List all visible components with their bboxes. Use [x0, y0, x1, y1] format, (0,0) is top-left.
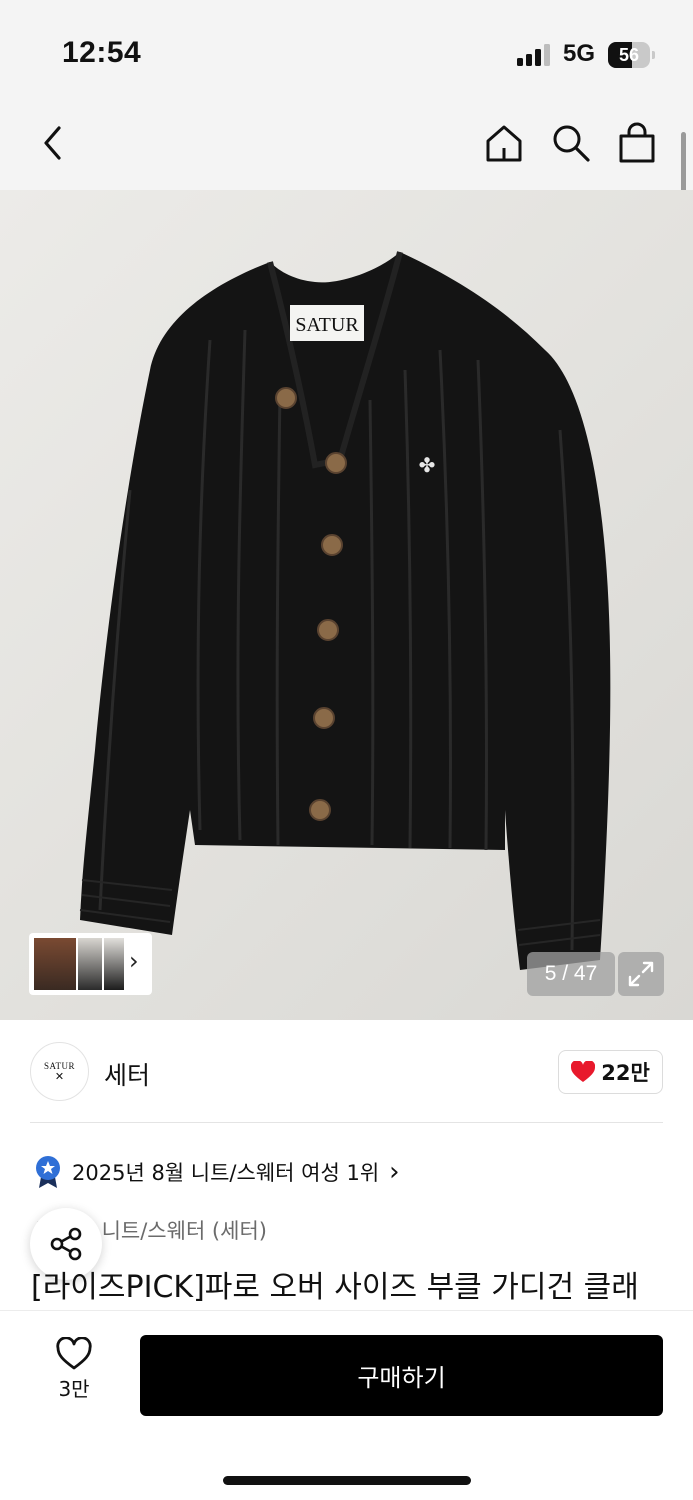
battery-level: 56 — [618, 45, 640, 65]
brand-logo-text: SATUR — [43, 1060, 75, 1071]
brand-row: SATUR ✕ 세터 22만 — [0, 1020, 693, 1124]
rank-text: 2025년 8월 니트/스웨터 여성 1위 — [72, 1161, 380, 1185]
cardigan-illustration: SATUR ✤ — [79, 251, 611, 970]
search-icon — [553, 125, 590, 162]
status-time: 12:54 — [62, 36, 142, 69]
brand-name[interactable]: 세터 — [104, 1056, 150, 1092]
garment-label-text: SATUR — [295, 314, 359, 336]
brand-like-count: 22만 — [601, 1061, 650, 1085]
thumbnail-2[interactable] — [78, 938, 102, 990]
home-button[interactable] — [479, 118, 529, 168]
status-bar: 12:54 5G 56 — [0, 0, 693, 100]
brand-logo[interactable]: SATUR ✕ — [30, 1042, 89, 1101]
cart-button[interactable] — [612, 118, 662, 168]
expand-button[interactable] — [618, 952, 664, 996]
heart-outline-icon — [56, 1337, 92, 1370]
product-title: [라이즈PICK]파로 오버 사이즈 부클 가디건 클래 — [31, 1270, 639, 1305]
divider — [30, 1122, 663, 1123]
brand-mark-icon: ✕ — [54, 1069, 65, 1083]
share-icon — [50, 1227, 82, 1261]
search-button[interactable] — [546, 118, 596, 168]
wishlist-count: 3만 — [58, 1377, 90, 1401]
thumbnail-1[interactable] — [34, 938, 76, 990]
rank-arrow-icon: › — [389, 1157, 400, 1187]
image-counter: 5 / 47 — [527, 952, 615, 996]
expand-icon — [628, 961, 654, 987]
svg-text:✤: ✤ — [419, 453, 436, 477]
shopping-bag-icon — [619, 122, 655, 163]
buy-button[interactable]: 구매하기 — [140, 1335, 663, 1416]
product-image[interactable]: SATUR ✤ — [0, 190, 693, 1020]
thumbnail-arrow-icon: › — [129, 947, 139, 975]
heart-filled-icon — [571, 1061, 596, 1082]
battery-icon: 56 — [608, 42, 655, 68]
network-type: 5G — [563, 40, 596, 67]
back-button[interactable] — [28, 118, 78, 168]
bottom-action-bar: 3만 구매하기 — [0, 1310, 693, 1500]
ranking-link[interactable]: 2025년 8월 니트/스웨터 여성 1위 › — [34, 1154, 400, 1190]
rank-badge-icon — [36, 1156, 60, 1188]
top-nav — [0, 100, 693, 190]
signal-icon — [517, 44, 550, 66]
home-indicator — [223, 1476, 471, 1485]
chevron-left-icon — [44, 126, 61, 160]
thumbnail-3[interactable] — [104, 938, 124, 990]
brand-like-button[interactable]: 22만 — [558, 1050, 663, 1094]
wishlist-button[interactable]: 3만 — [44, 1337, 104, 1409]
thumbnail-strip[interactable]: › — [29, 933, 152, 995]
home-icon — [486, 125, 522, 162]
